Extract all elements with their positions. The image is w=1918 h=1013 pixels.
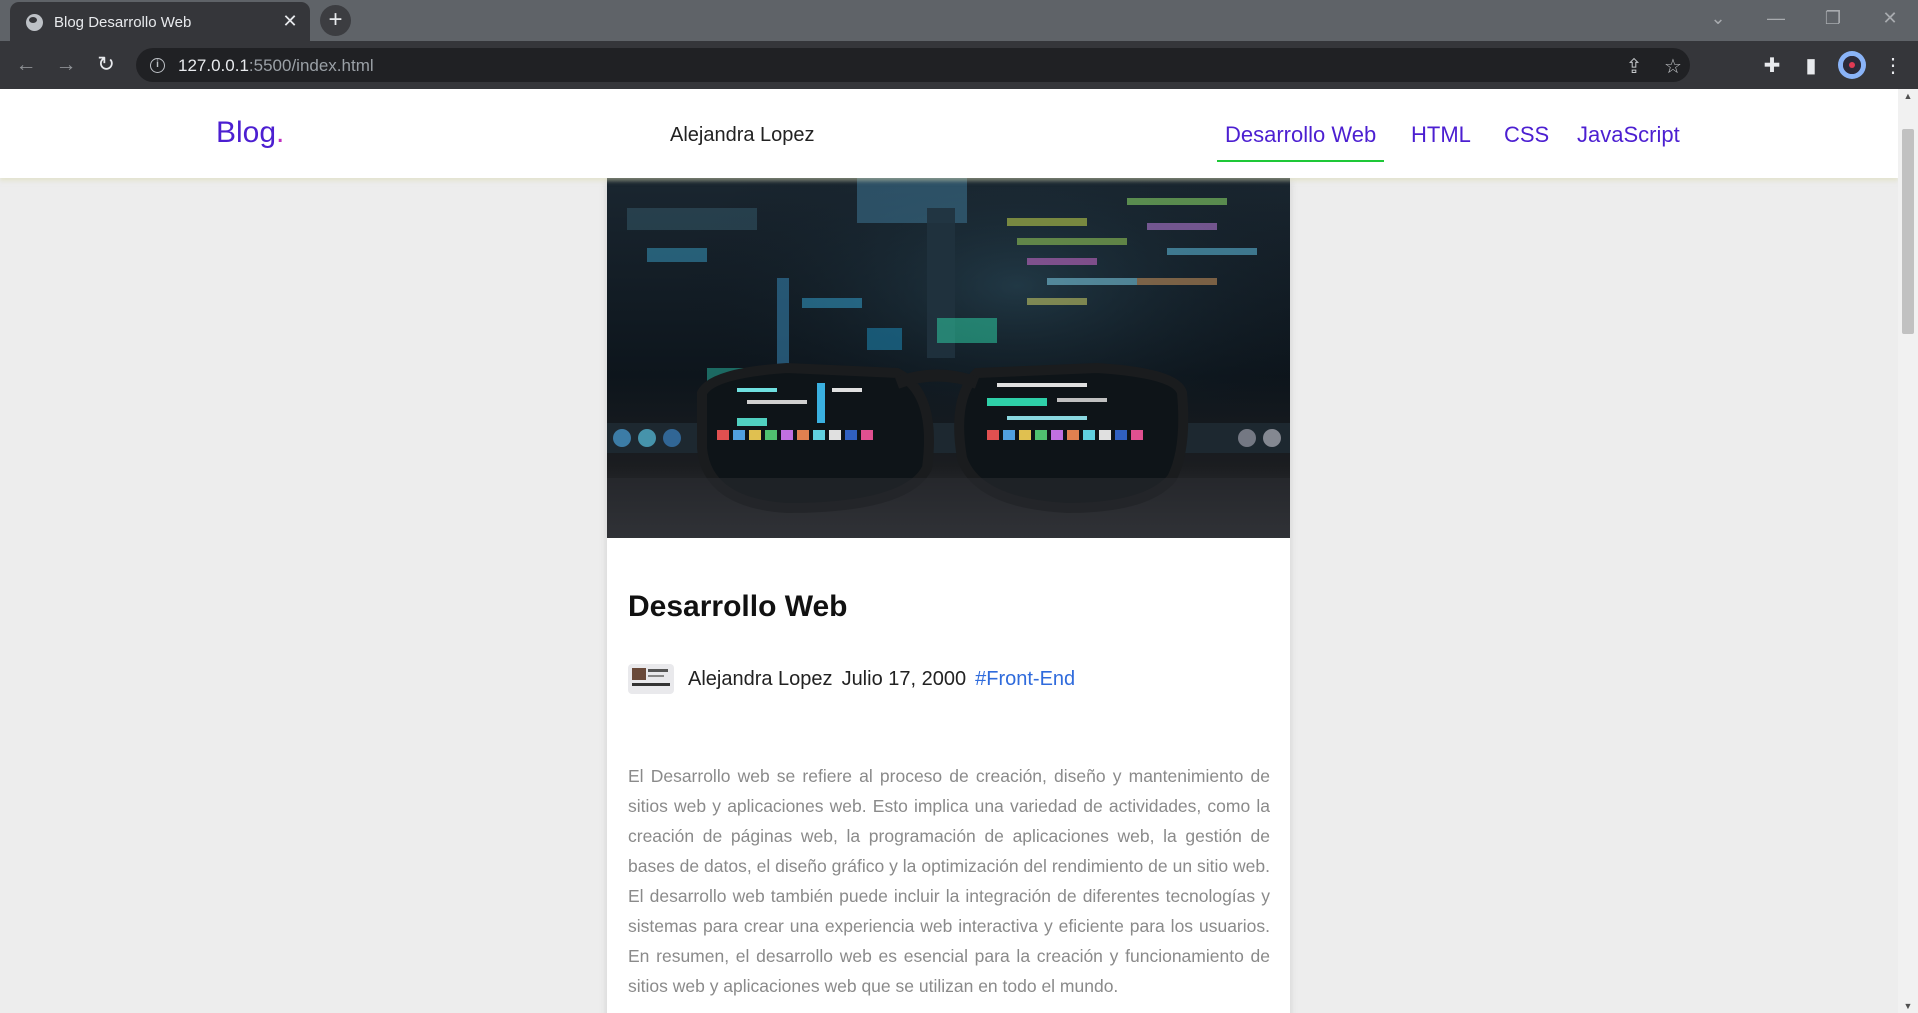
author-avatar <box>628 664 674 694</box>
post-meta: Alejandra Lopez Julio 17, 2000 #Front-En… <box>628 664 1075 694</box>
restore-icon[interactable]: ❐ <box>1818 8 1848 29</box>
site-logo[interactable]: Blog. <box>216 116 284 150</box>
chevron-down-icon[interactable]: ⌄ <box>1703 8 1733 29</box>
url-text[interactable]: 127.0.0.1:5500/index.html <box>178 56 374 76</box>
hero-image <box>607 178 1290 538</box>
avatar[interactable] <box>1838 51 1866 79</box>
arrow-right-icon[interactable]: → <box>53 52 79 78</box>
share-icon[interactable]: ⇪ <box>1622 54 1646 79</box>
star-icon[interactable]: ☆ <box>1661 54 1685 79</box>
scroll-down-icon[interactable]: ▼ <box>1898 1001 1918 1011</box>
arrow-left-icon[interactable]: ← <box>13 52 39 78</box>
post-card: Desarrollo Web Alejandra Lopez Julio 17,… <box>607 178 1290 1013</box>
code-screen-glasses-image <box>607 178 1290 538</box>
nav-link-javascript[interactable]: JavaScript <box>1577 122 1680 148</box>
nav-link-html[interactable]: HTML <box>1411 122 1471 148</box>
window-close-icon[interactable]: ✕ <box>1875 8 1905 29</box>
globe-icon <box>26 14 43 31</box>
browser-tabstrip: Blog Desarrollo Web ✕ + ⌄ — ❐ ✕ <box>0 0 1918 41</box>
plus-icon[interactable]: + <box>320 5 351 36</box>
address-bar[interactable]: i 127.0.0.1:5500/index.html ⇪ ☆ <box>136 48 1690 82</box>
scroll-thumb[interactable] <box>1902 129 1914 334</box>
tab-title: Blog Desarrollo Web <box>54 14 192 31</box>
info-icon[interactable]: i <box>150 58 165 73</box>
nav-link-desarrollo-web[interactable]: Desarrollo Web <box>1217 122 1385 162</box>
close-icon[interactable]: ✕ <box>280 11 300 31</box>
post-tag[interactable]: #Front-End <box>975 668 1075 691</box>
post-body: El Desarrollo web se refiere al proceso … <box>628 766 1270 996</box>
post-author[interactable]: Alejandra Lopez <box>688 668 833 691</box>
page-viewport: Blog. Alejandra Lopez Desarrollo Web HTM… <box>0 89 1898 1013</box>
nav-link-css[interactable]: CSS <box>1504 122 1549 148</box>
browser-toolbar: ← → ↻ i 127.0.0.1:5500/index.html ⇪ ☆ ✚ … <box>0 41 1918 89</box>
post-title: Desarrollo Web <box>628 590 848 623</box>
page-scrollbar[interactable]: ▲ ▼ <box>1898 89 1918 1013</box>
kebab-menu-icon[interactable]: ⋮ <box>1880 53 1906 78</box>
minimize-icon[interactable]: — <box>1761 8 1791 29</box>
browser-tab[interactable]: Blog Desarrollo Web ✕ <box>10 2 310 41</box>
puzzle-icon[interactable]: ✚ <box>1759 53 1785 78</box>
site-header: Blog. Alejandra Lopez Desarrollo Web HTM… <box>0 89 1898 178</box>
reload-icon[interactable]: ↻ <box>93 52 119 78</box>
side-panel-icon[interactable]: ▮ <box>1798 53 1824 78</box>
header-author: Alejandra Lopez <box>670 124 815 146</box>
scroll-up-icon[interactable]: ▲ <box>1898 91 1918 101</box>
post-date: Julio 17, 2000 <box>841 667 967 690</box>
